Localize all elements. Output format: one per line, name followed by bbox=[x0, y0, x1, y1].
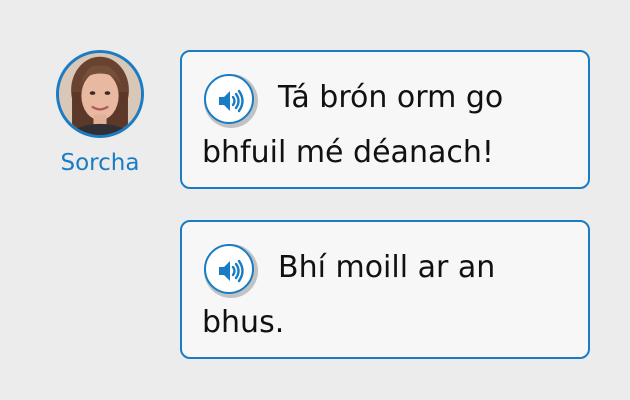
message-bubble: Tá brón orm go bhfuil mé déanach! bbox=[180, 50, 590, 189]
message-text: Tá brón orm go bhfuil mé déanach! bbox=[202, 80, 504, 170]
speaker-name: Sorcha bbox=[60, 150, 140, 176]
speaker-avatar bbox=[56, 50, 144, 138]
message-text: Bhí moill ar an bhus. bbox=[202, 250, 496, 340]
message-bubble: Bhí moill ar an bhus. bbox=[180, 220, 590, 359]
avatar-image bbox=[59, 53, 141, 135]
